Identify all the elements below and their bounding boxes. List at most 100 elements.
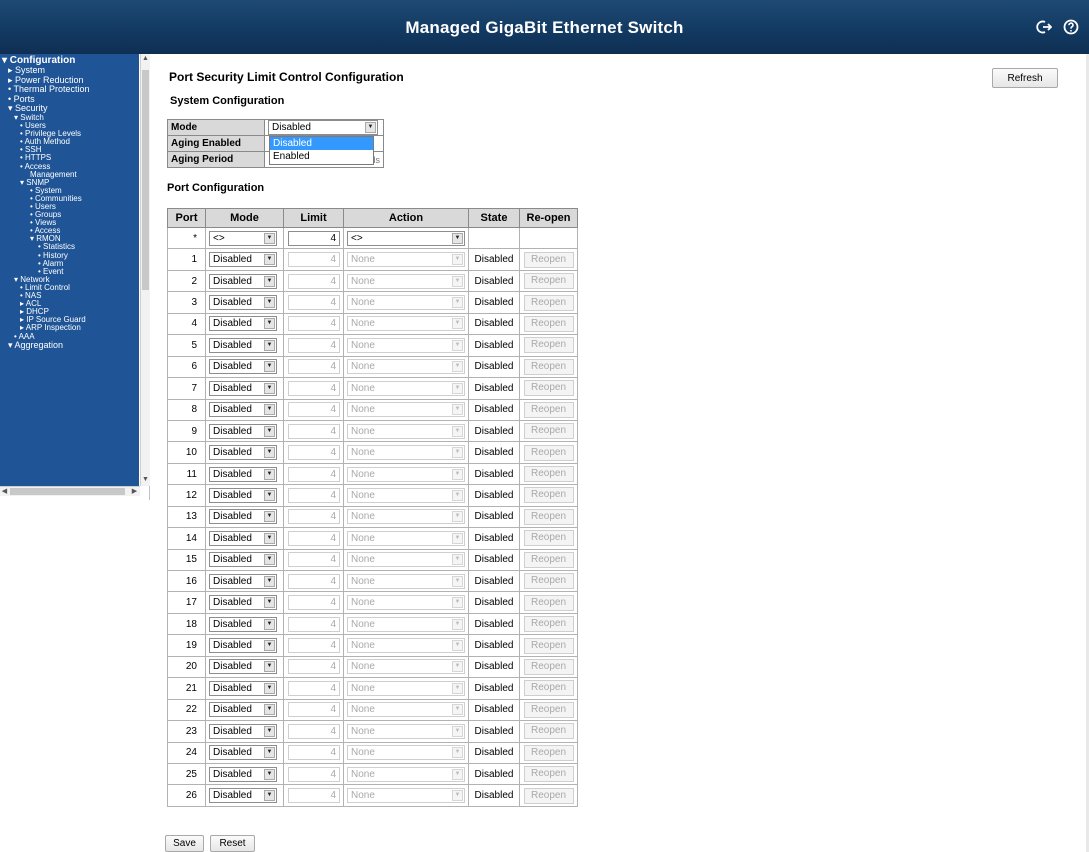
port-mode-select[interactable]: Disabled ▼ (209, 316, 277, 332)
dropdown-option-disabled[interactable]: Disabled (270, 137, 373, 150)
port-action-select[interactable]: None ▼ (347, 252, 465, 268)
port-action-select[interactable]: None ▼ (347, 423, 465, 439)
port-mode-select[interactable]: Disabled ▼ (209, 745, 277, 761)
wildcard-mode-select[interactable]: <> ▼ (209, 230, 277, 246)
port-mode-select[interactable]: Disabled ▼ (209, 723, 277, 739)
port-mode-select[interactable]: Disabled ▼ (209, 680, 277, 696)
port-action-select[interactable]: None ▼ (347, 445, 465, 461)
port-action-select[interactable]: None ▼ (347, 273, 465, 289)
port-mode-select[interactable]: Disabled ▼ (209, 487, 277, 503)
reopen-button[interactable]: Reopen (523, 787, 574, 804)
reopen-button[interactable]: Reopen (523, 530, 574, 547)
port-limit-input[interactable]: 4 (288, 616, 340, 632)
sidebar-item[interactable]: • Communities (0, 194, 139, 203)
port-mode-select[interactable]: Disabled ▼ (209, 466, 277, 482)
port-limit-input[interactable]: 4 (288, 466, 340, 482)
port-action-select[interactable]: None ▼ (347, 466, 465, 482)
port-limit-input[interactable]: 4 (288, 766, 340, 782)
reopen-button[interactable]: Reopen (523, 701, 574, 718)
port-limit-input[interactable]: 4 (288, 509, 340, 525)
reopen-button[interactable]: Reopen (523, 358, 574, 375)
sidebar-item[interactable]: ▾ SNMP (0, 178, 139, 187)
port-action-select[interactable]: None ▼ (347, 337, 465, 353)
port-mode-select[interactable]: Disabled ▼ (209, 380, 277, 396)
port-action-select[interactable]: None ▼ (347, 295, 465, 311)
reopen-button[interactable]: Reopen (523, 273, 574, 290)
reopen-button[interactable]: Reopen (523, 680, 574, 697)
port-mode-select[interactable]: Disabled ▼ (209, 766, 277, 782)
port-limit-input[interactable]: 4 (288, 659, 340, 675)
scroll-right-icon[interactable]: ▶ (130, 487, 139, 496)
help-icon[interactable] (1063, 19, 1079, 35)
wildcard-limit-input[interactable]: 4 (288, 230, 340, 246)
reopen-button[interactable]: Reopen (523, 444, 574, 461)
scroll-down-icon[interactable]: ▼ (141, 475, 150, 485)
port-mode-select[interactable]: Disabled ▼ (209, 445, 277, 461)
reopen-button[interactable]: Reopen (523, 380, 574, 397)
port-limit-input[interactable]: 4 (288, 723, 340, 739)
reopen-button[interactable]: Reopen (523, 251, 574, 268)
port-limit-input[interactable]: 4 (288, 252, 340, 268)
port-limit-input[interactable]: 4 (288, 788, 340, 804)
port-mode-select[interactable]: Disabled ▼ (209, 402, 277, 418)
port-limit-input[interactable]: 4 (288, 295, 340, 311)
port-mode-select[interactable]: Disabled ▼ (209, 423, 277, 439)
port-limit-input[interactable]: 4 (288, 402, 340, 418)
sidebar-horizontal-scrollbar[interactable]: ◀ ▶ (0, 486, 140, 496)
logout-icon[interactable] (1036, 19, 1053, 35)
port-limit-input[interactable]: 4 (288, 638, 340, 654)
port-mode-select[interactable]: Disabled ▼ (209, 788, 277, 804)
reopen-button[interactable]: Reopen (523, 573, 574, 590)
port-limit-input[interactable]: 4 (288, 680, 340, 696)
port-action-select[interactable]: None ▼ (347, 680, 465, 696)
port-limit-input[interactable]: 4 (288, 380, 340, 396)
reopen-button[interactable]: Reopen (523, 658, 574, 675)
port-action-select[interactable]: None ▼ (347, 616, 465, 632)
dropdown-option-enabled[interactable]: Enabled (270, 150, 373, 163)
port-action-select[interactable]: None ▼ (347, 509, 465, 525)
scrollbar-thumb-horizontal[interactable] (10, 488, 125, 495)
reopen-button[interactable]: Reopen (523, 594, 574, 611)
reopen-button[interactable]: Reopen (523, 466, 574, 483)
reopen-button[interactable]: Reopen (523, 766, 574, 783)
mode-dropdown-list[interactable]: Disabled Enabled (269, 136, 374, 165)
scroll-left-icon[interactable]: ◀ (0, 487, 9, 496)
scroll-up-icon[interactable]: ▲ (141, 54, 150, 64)
sidebar-item[interactable]: • Access (0, 227, 139, 235)
port-mode-select[interactable]: Disabled ▼ (209, 273, 277, 289)
port-limit-input[interactable]: 4 (288, 530, 340, 546)
reopen-button[interactable]: Reopen (523, 616, 574, 633)
port-action-select[interactable]: None ▼ (347, 788, 465, 804)
port-action-select[interactable]: None ▼ (347, 573, 465, 589)
port-mode-select[interactable]: Disabled ▼ (209, 530, 277, 546)
port-limit-input[interactable]: 4 (288, 273, 340, 289)
port-action-select[interactable]: None ▼ (347, 487, 465, 503)
port-limit-input[interactable]: 4 (288, 487, 340, 503)
port-mode-select[interactable]: Disabled ▼ (209, 659, 277, 675)
port-limit-input[interactable]: 4 (288, 702, 340, 718)
port-action-select[interactable]: None ▼ (347, 702, 465, 718)
reopen-button[interactable]: Reopen (523, 337, 574, 354)
port-mode-select[interactable]: Disabled ▼ (209, 552, 277, 568)
sidebar-item[interactable]: • Views (0, 219, 139, 227)
port-mode-select[interactable]: Disabled ▼ (209, 638, 277, 654)
reopen-button[interactable]: Reopen (523, 508, 574, 525)
port-mode-select[interactable]: Disabled ▼ (209, 337, 277, 353)
port-limit-input[interactable]: 4 (288, 445, 340, 461)
system-mode-select[interactable]: Disabled ▼ (268, 120, 378, 135)
port-limit-input[interactable]: 4 (288, 423, 340, 439)
port-action-select[interactable]: None ▼ (347, 552, 465, 568)
reopen-button[interactable]: Reopen (523, 294, 574, 311)
port-action-select[interactable]: None ▼ (347, 595, 465, 611)
port-mode-select[interactable]: Disabled ▼ (209, 702, 277, 718)
port-action-select[interactable]: None ▼ (347, 766, 465, 782)
port-action-select[interactable]: None ▼ (347, 723, 465, 739)
reopen-button[interactable]: Reopen (523, 401, 574, 418)
sidebar-item[interactable]: • Users (0, 202, 139, 211)
reopen-button[interactable]: Reopen (523, 551, 574, 568)
port-limit-input[interactable]: 4 (288, 552, 340, 568)
port-mode-select[interactable]: Disabled ▼ (209, 252, 277, 268)
sidebar-item[interactable]: ▾ Aggregation (0, 340, 139, 351)
port-action-select[interactable]: None ▼ (347, 402, 465, 418)
port-mode-select[interactable]: Disabled ▼ (209, 595, 277, 611)
